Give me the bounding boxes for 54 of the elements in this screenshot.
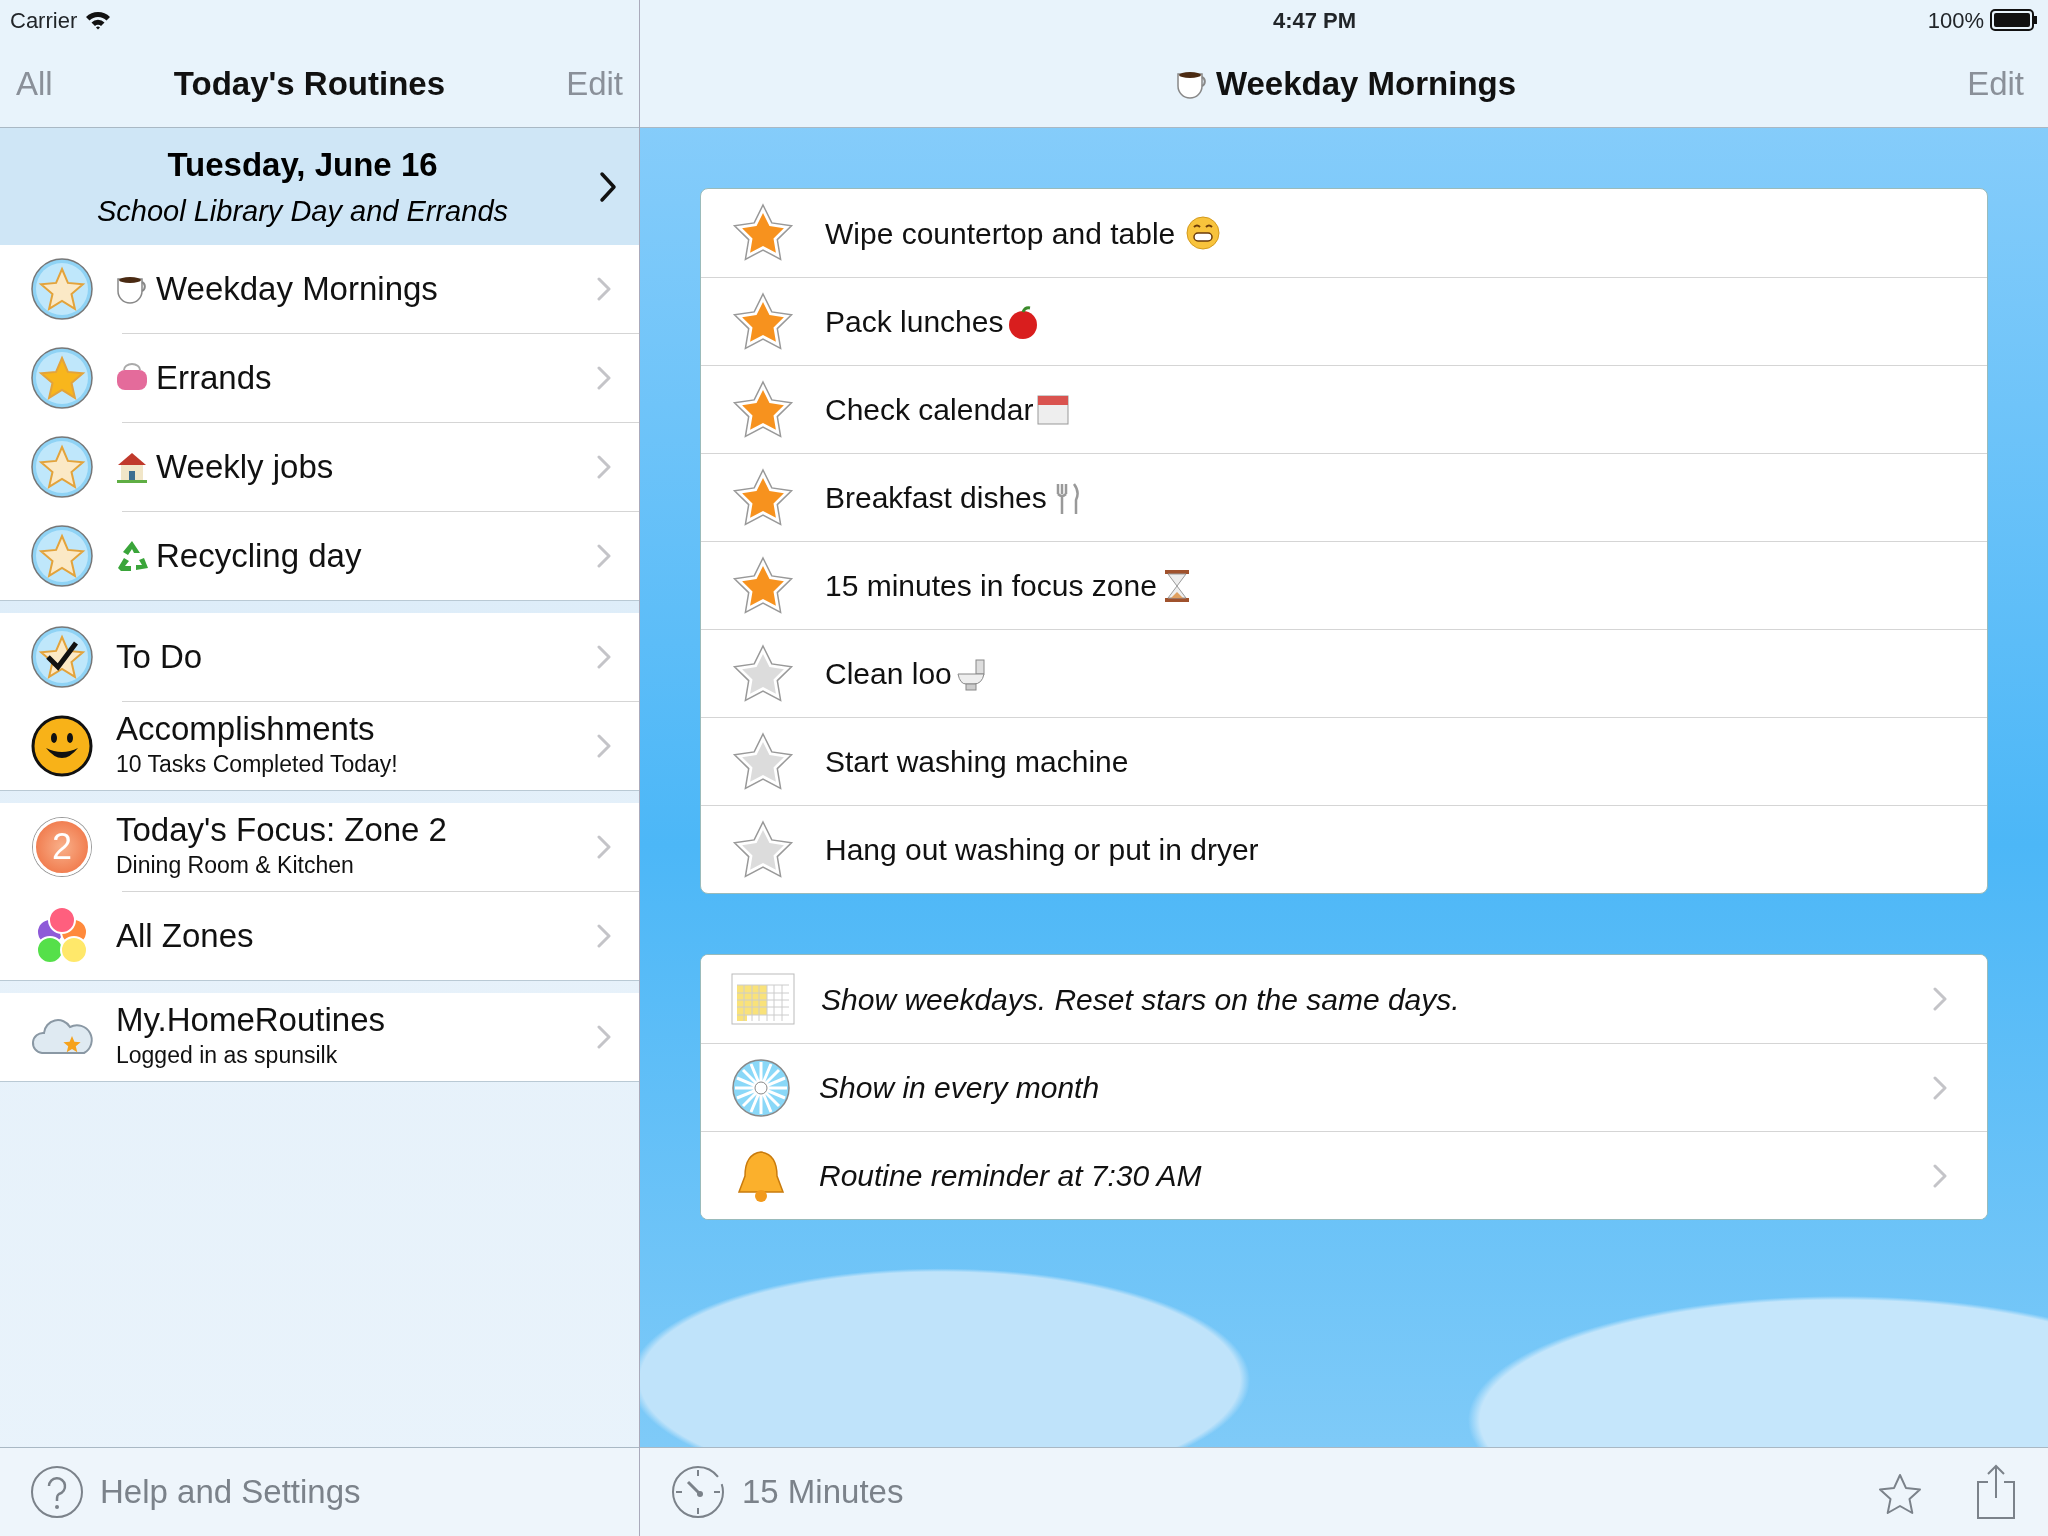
share-button[interactable] [1974, 1464, 2018, 1520]
task-text: Clean loo [825, 656, 952, 692]
nav-title: Weekday Mornings [1215, 63, 1517, 104]
date-title: Tuesday, June 16 [166, 145, 439, 185]
clock-time: 4:47 PM [1271, 6, 1357, 35]
battery-percent: 100% [1927, 6, 1984, 35]
spoked-wheel-icon [731, 1057, 791, 1118]
chevron-icon [597, 835, 611, 859]
chevron-icon [1933, 1163, 1947, 1188]
date-subtitle: School Library Day and Errands [95, 193, 509, 229]
battery-icon [1990, 9, 2038, 31]
task-text: Hang out washing or put in dryer [825, 832, 1259, 868]
nav-title: Today's Routines [173, 63, 446, 104]
chevron-icon [599, 170, 617, 203]
grin-icon [1185, 215, 1222, 251]
carrier-label: Carrier [10, 6, 78, 35]
stopwatch-icon [670, 1464, 726, 1520]
chevron-icon [1933, 1075, 1947, 1100]
help-icon [30, 1465, 84, 1519]
smiley-icon [30, 714, 94, 778]
item-title: Weekday Mornings [156, 270, 438, 308]
chevron-icon [597, 544, 611, 568]
chevron-icon [1933, 987, 1947, 1011]
chevron-icon [597, 924, 611, 948]
item-subtitle: Dining Room & Kitchen [116, 850, 355, 880]
task-text: Wipe countertop and table [825, 215, 1176, 252]
settings-row[interactable]: Routine reminder at 7:30 AM [701, 1131, 1987, 1219]
task-text: 15 minutes in focus zone [825, 568, 1157, 604]
date-header[interactable]: Tuesday, June 16 School Library Day and Errands [0, 128, 639, 245]
task-text: Start washing machine [825, 744, 1129, 780]
wifi-icon [85, 10, 112, 30]
zone-number-badge: 2 [33, 818, 91, 876]
task-text: Pack lunches [825, 304, 1004, 340]
task-text: Check calendar [825, 392, 1034, 428]
chevron-icon [597, 734, 611, 758]
timer-button[interactable]: 15 Minutes [670, 1464, 904, 1520]
item-title: My.HomeRoutines [116, 1001, 385, 1038]
item-subtitle: Logged in as spunsilk [116, 1040, 339, 1070]
item-subtitle: 10 Tasks Completed Today! [116, 749, 398, 779]
item-title: Weekly jobs [156, 448, 334, 486]
item-title: To Do [116, 638, 203, 676]
item-title: Errands [156, 359, 272, 397]
item-title: Today's Focus: Zone 2 [116, 811, 447, 848]
share-icon [1974, 1464, 2018, 1520]
chevron-icon [597, 1025, 611, 1049]
week-calendar-icon [731, 973, 795, 1025]
task-text: Breakfast dishes [825, 480, 1047, 516]
chevron-icon [597, 277, 611, 301]
chevron-icon [597, 455, 611, 479]
item-title: All Zones [116, 917, 254, 955]
item-title: Accomplishments [116, 710, 375, 747]
item-title: Recycling day [156, 537, 362, 575]
chevron-icon [597, 645, 611, 669]
chevron-icon [597, 366, 611, 390]
